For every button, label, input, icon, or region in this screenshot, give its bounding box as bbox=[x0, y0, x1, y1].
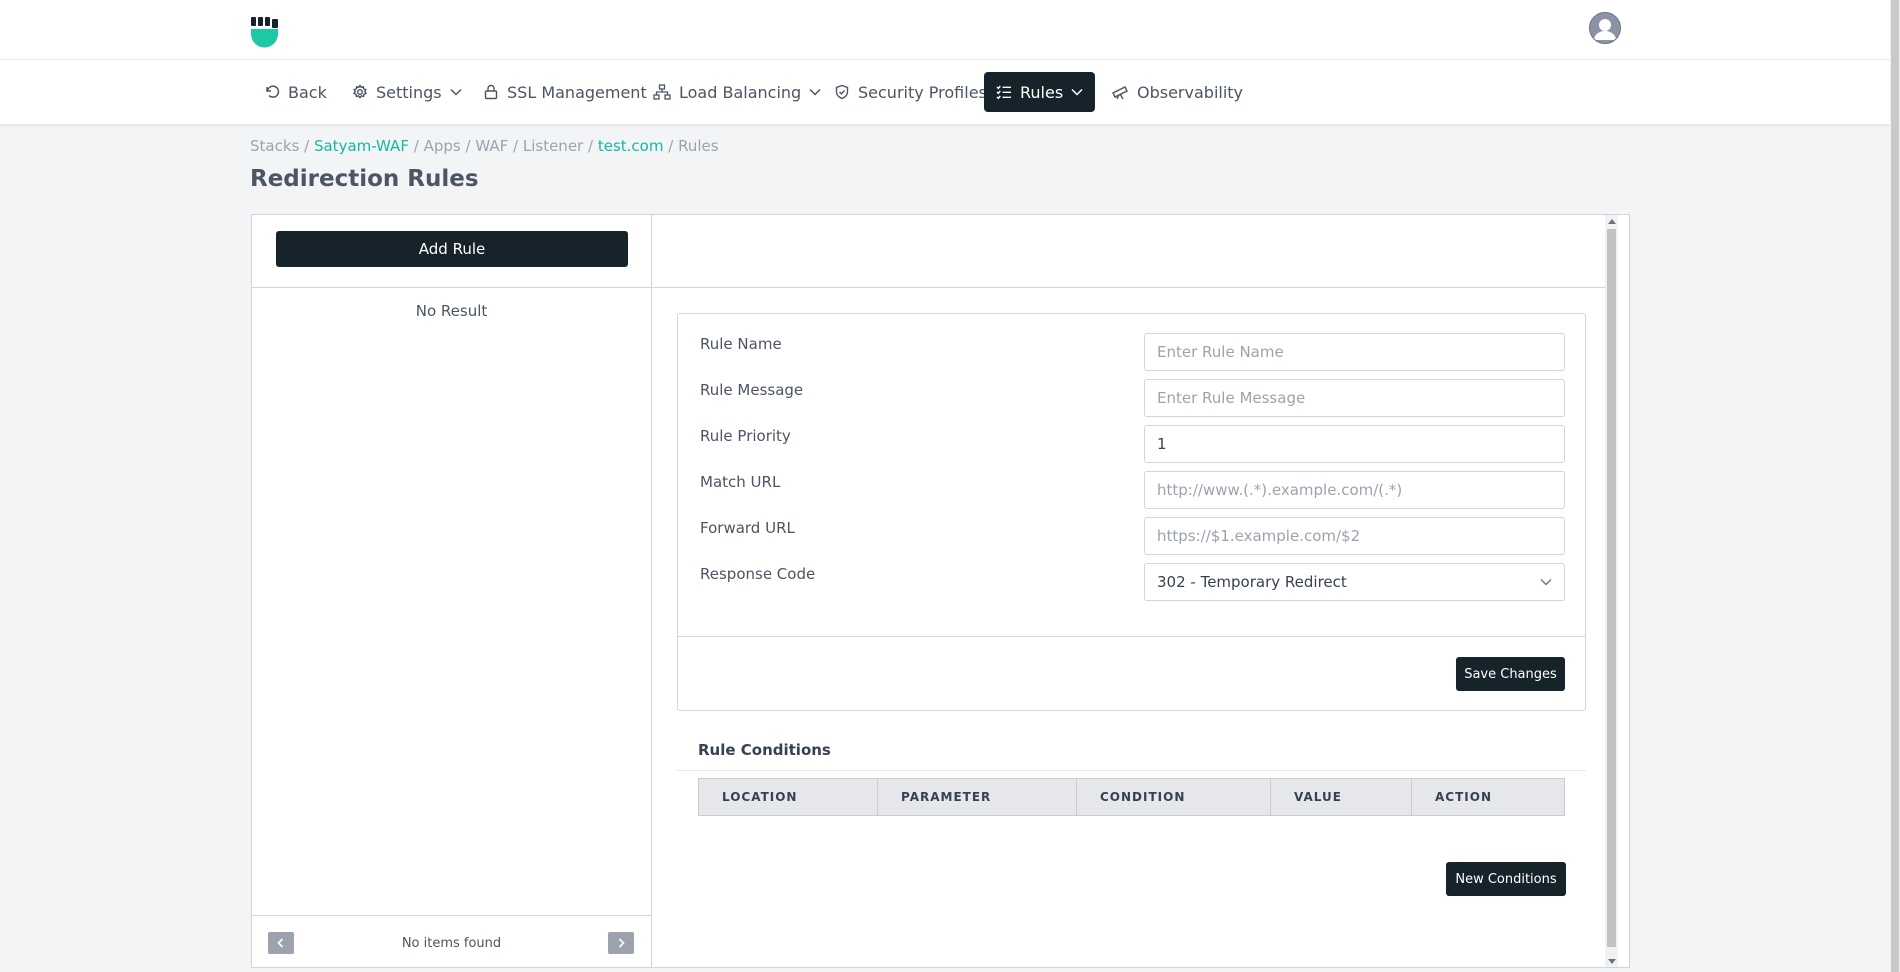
scroll-down-icon[interactable] bbox=[1608, 959, 1616, 964]
rule-priority-input[interactable] bbox=[1144, 425, 1565, 463]
breadcrumb-domain-link[interactable]: test.com bbox=[598, 137, 664, 155]
rule-editor-column: Rule Name Rule Message Rule Priority Mat… bbox=[652, 215, 1618, 967]
rule-conditions-title: Rule Conditions bbox=[698, 741, 831, 759]
chevron-right-icon bbox=[618, 938, 625, 948]
response-code-value: 302 - Temporary Redirect bbox=[1157, 573, 1347, 591]
chevron-down-icon bbox=[809, 88, 821, 96]
nav-rules[interactable]: Rules bbox=[984, 72, 1095, 112]
breadcrumb-stacks[interactable]: Stacks bbox=[250, 137, 299, 155]
nav-ssl-management[interactable]: SSL Management bbox=[471, 72, 659, 112]
response-code-label: Response Code bbox=[700, 565, 816, 583]
empty-list-text: No Result bbox=[415, 302, 488, 320]
rule-priority-row: Rule Priority bbox=[700, 425, 1570, 463]
column-header-location: LOCATION bbox=[699, 779, 878, 815]
response-code-select[interactable]: 302 - Temporary Redirect bbox=[1144, 563, 1565, 601]
telescope-icon bbox=[1112, 86, 1128, 100]
shield-icon bbox=[835, 84, 849, 100]
divider bbox=[678, 636, 1585, 637]
rules-list-column: Add Rule No Result No items found bbox=[252, 215, 652, 967]
add-rule-button[interactable]: Add Rule bbox=[276, 231, 628, 267]
back-icon bbox=[266, 85, 280, 98]
network-icon bbox=[653, 84, 671, 100]
panel-scrollbar-thumb[interactable] bbox=[1607, 229, 1616, 947]
top-bar bbox=[0, 0, 1890, 60]
rules-panel: Add Rule No Result No items found Rule N… bbox=[251, 214, 1630, 968]
chevron-down-icon bbox=[1071, 88, 1083, 96]
column-header-value: VALUE bbox=[1271, 779, 1412, 815]
nav-observability-label: Observability bbox=[1137, 82, 1244, 102]
nav-load-balancing-label: Load Balancing bbox=[679, 82, 802, 102]
nav-back-label: Back bbox=[288, 82, 327, 102]
rule-message-row: Rule Message bbox=[700, 379, 1570, 417]
breadcrumb-rules: Rules bbox=[678, 137, 719, 155]
rule-conditions-section: Rule Conditions LOCATION PARAMETER CONDI… bbox=[677, 721, 1586, 919]
match-url-row: Match URL bbox=[700, 471, 1570, 509]
breadcrumb-stack-link[interactable]: Satyam-WAF bbox=[314, 137, 409, 155]
list-pager: No items found bbox=[252, 915, 651, 970]
breadcrumb-apps[interactable]: Apps bbox=[424, 137, 461, 155]
breadcrumb: Stacks / Satyam-WAF / Apps / WAF / Liste… bbox=[250, 137, 719, 155]
gear-icon bbox=[352, 84, 368, 99]
response-code-row: Response Code 302 - Temporary Redirect bbox=[700, 563, 1570, 601]
match-url-input[interactable] bbox=[1144, 471, 1565, 509]
forward-url-input[interactable] bbox=[1144, 517, 1565, 555]
chevron-down-icon bbox=[450, 88, 462, 96]
lock-icon bbox=[484, 84, 498, 100]
match-url-label: Match URL bbox=[700, 473, 781, 491]
list-check-icon bbox=[996, 85, 1011, 100]
divider bbox=[677, 770, 1586, 771]
chevron-left-icon bbox=[277, 938, 284, 948]
rule-form: Rule Name Rule Message Rule Priority Mat… bbox=[677, 313, 1586, 711]
user-avatar-icon[interactable] bbox=[1589, 12, 1621, 44]
prev-page-button[interactable] bbox=[268, 932, 294, 954]
nav-ssl-management-label: SSL Management bbox=[507, 82, 647, 102]
next-page-button[interactable] bbox=[608, 932, 634, 954]
nav-load-balancing[interactable]: Load Balancing bbox=[641, 72, 833, 112]
column-header-condition: CONDITION bbox=[1077, 779, 1271, 815]
forward-url-row: Forward URL bbox=[700, 517, 1570, 555]
nav-security-profiles-label: Security Profiles bbox=[858, 82, 987, 102]
column-header-action: ACTION bbox=[1435, 790, 1492, 804]
panel-scrollbar[interactable] bbox=[1605, 215, 1618, 967]
rule-priority-label: Rule Priority bbox=[700, 427, 791, 445]
nav-settings-label: Settings bbox=[376, 82, 442, 102]
conditions-table-header: LOCATION PARAMETER CONDITION VALUE ACTIO… bbox=[698, 778, 1565, 816]
save-changes-button[interactable]: Save Changes bbox=[1456, 657, 1565, 691]
forward-url-label: Forward URL bbox=[700, 519, 795, 537]
rule-message-input[interactable] bbox=[1144, 379, 1565, 417]
rule-name-input[interactable] bbox=[1144, 333, 1565, 371]
rule-name-label: Rule Name bbox=[700, 335, 782, 353]
page-title: Redirection Rules bbox=[250, 166, 479, 192]
nav-security-profiles[interactable]: Security Profiles bbox=[822, 72, 999, 112]
divider bbox=[252, 287, 651, 288]
pager-status: No items found bbox=[401, 936, 502, 951]
new-conditions-button[interactable]: New Conditions bbox=[1446, 862, 1566, 896]
breadcrumb-waf[interactable]: WAF bbox=[475, 137, 508, 155]
breadcrumb-listener[interactable]: Listener bbox=[523, 137, 583, 155]
scroll-up-icon[interactable] bbox=[1608, 219, 1616, 224]
fist-logo-icon[interactable] bbox=[250, 16, 280, 52]
nav-rules-label: Rules bbox=[1020, 82, 1064, 102]
nav-back[interactable]: Back bbox=[252, 72, 339, 112]
rule-name-row: Rule Name bbox=[700, 333, 1570, 371]
page-scrollbar-thumb[interactable] bbox=[1891, 0, 1899, 972]
page-scrollbar[interactable] bbox=[1890, 0, 1900, 972]
editor-header bbox=[652, 215, 1618, 288]
nav-settings[interactable]: Settings bbox=[340, 72, 474, 112]
rule-message-label: Rule Message bbox=[700, 381, 804, 399]
main-nav: Back Settings SSL Management Load Balanc… bbox=[0, 60, 1890, 125]
nav-observability[interactable]: Observability bbox=[1099, 72, 1255, 112]
chevron-down-icon bbox=[1540, 579, 1552, 586]
column-header-parameter: PARAMETER bbox=[878, 779, 1077, 815]
